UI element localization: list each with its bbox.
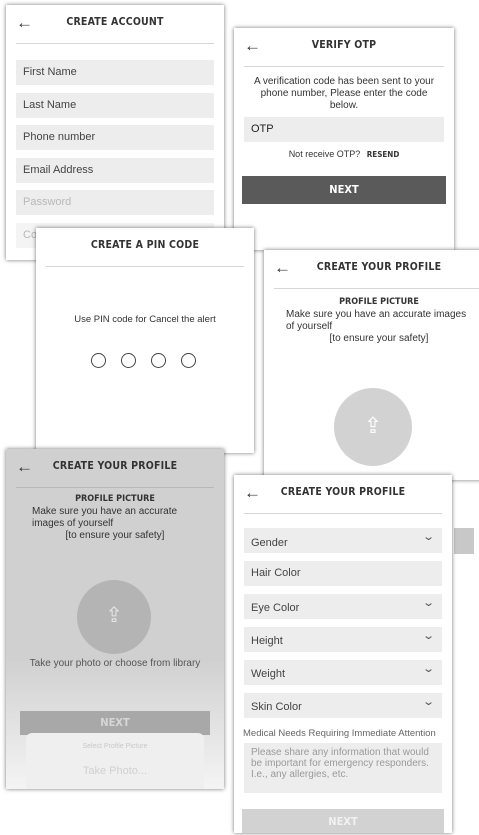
next-button[interactable]: NEXT [242,176,446,204]
medical-needs-label: Medical Needs Requiring Immediate Attent… [243,728,436,739]
partial-next-button [454,528,474,554]
chevron-down-icon: ⌄ [421,531,435,543]
sheet-title: Select Profile Picture [82,743,148,750]
verify-otp-screen: ← VERIFY OTP A verification code has bee… [234,28,454,250]
profile-desc: Make sure you have an accurate images of… [32,506,178,529]
upload-icon: ⇪ [105,604,123,627]
safety-note: [to ensure your safety] [65,530,165,541]
phone-number-input[interactable]: Phone number [16,125,214,150]
profile-desc: Make sure you have an accurate images of… [286,309,467,332]
not-receive-text: Not receive OTP? [288,149,361,159]
pin-instruction: Use PIN code for Cancel the alert [74,314,216,325]
profile-picture-dimmed-screen: ← CREATE YOUR PROFILE PROFILE PICTURE Ma… [6,449,224,789]
create-pin-header: CREATE A PIN CODE [46,228,244,267]
last-name-input[interactable]: Last Name [16,93,214,118]
chevron-down-icon: ⌄ [421,630,435,642]
profile-header: ← CREATE YOUR PROFILE [274,250,479,289]
page-title: CREATE A PIN CODE [90,239,200,251]
hair-color-label: Hair Color [251,567,301,579]
upload-photo-button[interactable]: ⇪ [334,388,412,466]
weight-select[interactable]: Weight ⌄ [244,660,442,685]
eye-color-label: Eye Color [251,602,300,614]
hair-color-input[interactable]: Hair Color [244,561,442,586]
password-input[interactable]: Password [16,190,214,215]
pin-digit-3[interactable] [151,353,166,368]
medical-needs-textarea[interactable]: Please share any information that would … [244,743,442,793]
profile-header: ← CREATE YOUR PROFILE [16,449,214,488]
resend-link[interactable]: RESEND [367,150,400,159]
pin-digit-1[interactable] [91,353,106,368]
page-title: VERIFY OTP [311,39,377,51]
resend-row: Not receive OTP? RESEND [234,149,454,159]
photo-action-sheet: Select Profile Picture Take Photo... [26,733,204,789]
profile-details-screen: ← CREATE YOUR PROFILE Gender ⌄ Hair Colo… [234,475,452,833]
profile-picture-screen: ← CREATE YOUR PROFILE PROFILE PICTURE Ma… [264,250,479,480]
create-account-screen: ← CREATE ACCOUNT First Name Last Name Ph… [6,5,224,260]
page-title: CREATE YOUR PROFILE [280,486,406,498]
gender-select[interactable]: Gender ⌄ [244,528,442,553]
skin-color-select[interactable]: Skin Color ⌄ [244,693,442,718]
gender-label: Gender [251,537,288,549]
page-title: CREATE YOUR PROFILE [316,261,442,273]
pin-digit-2[interactable] [121,353,136,368]
profile-header: ← CREATE YOUR PROFILE [244,475,442,514]
skin-color-label: Skin Color [251,701,302,713]
page-title: CREATE ACCOUNT [66,16,164,28]
chevron-down-icon: ⌄ [421,663,435,675]
upload-icon: ⇪ [363,413,383,438]
otp-input[interactable]: OTP [244,117,444,142]
next-button[interactable]: NEXT [20,711,210,735]
create-pin-screen: CREATE A PIN CODE Use PIN code for Cance… [36,228,254,453]
create-account-header: ← CREATE ACCOUNT [16,5,214,44]
chevron-down-icon: ⌄ [421,597,435,609]
section-title: PROFILE PICTURE [339,297,419,307]
verify-otp-header: ← VERIFY OTP [244,28,444,67]
section-title: PROFILE PICTURE [75,494,155,504]
height-select[interactable]: Height ⌄ [244,627,442,652]
page-title: CREATE YOUR PROFILE [52,460,178,472]
take-photo-hint: Take your photo or choose from library [29,658,201,669]
take-photo-option[interactable]: Take Photo... [26,765,204,777]
height-label: Height [251,635,283,647]
upload-photo-button[interactable]: ⇪ [77,580,151,654]
chevron-down-icon: ⌄ [421,696,435,708]
next-button[interactable]: NEXT [242,809,444,833]
weight-label: Weight [251,668,286,680]
eye-color-select[interactable]: Eye Color ⌄ [244,594,442,619]
email-address-input[interactable]: Email Address [16,158,214,183]
otp-message: A verification code has been sent to you… [253,76,435,111]
safety-note: [to ensure your safety] [329,333,429,344]
first-name-input[interactable]: First Name [16,60,214,85]
pin-digit-4[interactable] [181,353,196,368]
